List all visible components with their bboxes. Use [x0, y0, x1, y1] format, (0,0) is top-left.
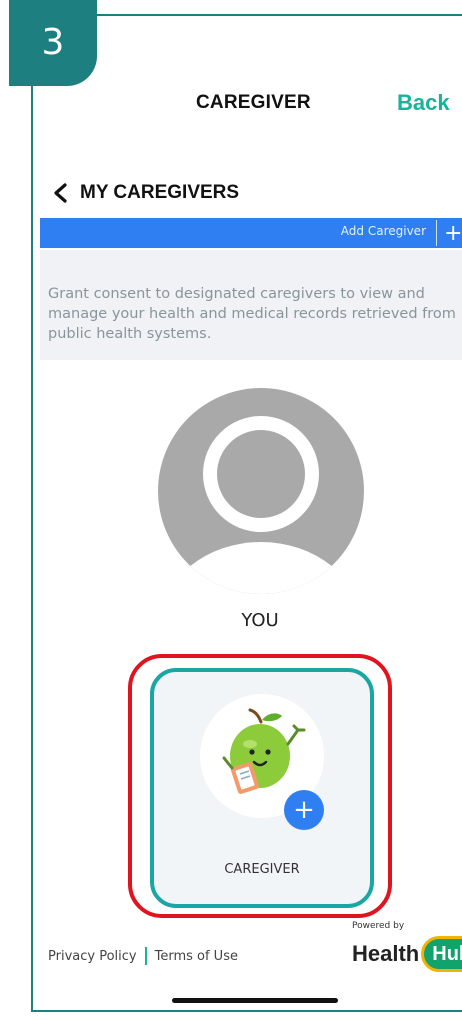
logo-text: Health — [352, 941, 420, 966]
add-caregiver-card[interactable]: + CAREGIVER — [150, 668, 374, 908]
step-badge: 3 — [9, 0, 97, 86]
apple-mascot-icon — [222, 708, 306, 794]
add-circle-icon[interactable]: + — [284, 790, 324, 830]
back-button[interactable]: Back — [397, 90, 450, 116]
logo-badge: Hub — [421, 936, 462, 972]
consent-text: Grant consent to designated caregivers t… — [48, 286, 456, 342]
powered-by-label: Powered by — [352, 921, 405, 931]
plus-icon[interactable]: + — [444, 219, 462, 247]
footer-divider — [144, 947, 147, 965]
healthhub-logo: Health Hub — [352, 934, 462, 974]
self-label: YOU — [241, 610, 279, 631]
user-avatar-icon — [158, 388, 364, 594]
toolbar-divider — [436, 220, 437, 246]
privacy-policy-link[interactable]: Privacy Policy — [48, 949, 137, 964]
home-indicator[interactable] — [172, 998, 338, 1003]
footer-links: Privacy Policy Terms of Use — [48, 947, 238, 965]
section-header[interactable]: MY CAREGIVERS — [50, 178, 239, 208]
terms-of-use-link[interactable]: Terms of Use — [155, 949, 238, 964]
page-title: CAREGIVER — [196, 92, 311, 113]
caregiver-toolbar: Add Caregiver + — [40, 218, 462, 248]
consent-info-box: Grant consent to designated caregivers t… — [40, 250, 462, 360]
chevron-left-icon[interactable] — [50, 181, 72, 205]
section-title: MY CAREGIVERS — [80, 182, 240, 203]
add-caregiver-button[interactable]: Add Caregiver — [341, 224, 426, 238]
caregiver-label: CAREGIVER — [224, 862, 300, 877]
